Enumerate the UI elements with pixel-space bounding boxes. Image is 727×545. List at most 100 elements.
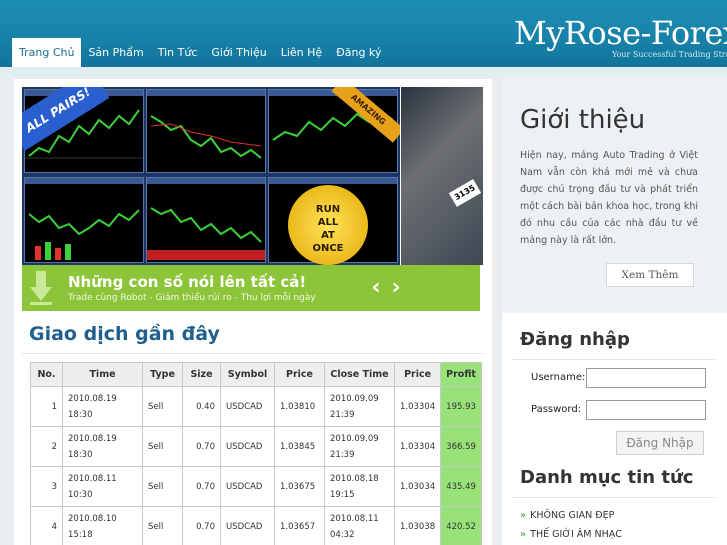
chevron-double-right-icon: »: [520, 510, 527, 521]
password-field[interactable]: [586, 400, 706, 420]
category-label: THẾ GIỚI ÂM NHẠC: [530, 529, 622, 540]
cell-size-text: 0.70: [196, 441, 215, 452]
table-header-row: No. Time Type Size Symbol Price Close Ti…: [30, 362, 482, 387]
cell-close-time: 2010.08.11 04:32: [324, 506, 395, 545]
cell-size-text: 0.70: [196, 521, 215, 532]
cell-no-text: 2: [51, 441, 57, 452]
cell-close-time-text: 21:39: [330, 449, 355, 460]
cell-time: 2010.08.11 10:30: [62, 466, 143, 507]
run-all-seal: RUN ALL AT ONCE: [288, 185, 368, 265]
seal-line: ALL: [317, 217, 339, 228]
cell-close-price-text: 1.03038: [400, 521, 436, 532]
site-header: MyRose-Forex Your Successful Trading Str…: [0, 0, 727, 76]
recent-trades-panel: Giao dịch gần đây No. Time Type Size Sym…: [14, 313, 492, 545]
cell-size: 0.70: [182, 466, 221, 507]
cell-no-text: 3: [51, 481, 57, 492]
table-row: 2 2010.08.19 18:30 Sell 0.70 USDCAD 1.03845 201…: [30, 426, 482, 467]
cell-size-text: 0.70: [196, 481, 215, 492]
category-item[interactable]: » THẾ GIỚI ÂM NHẠC: [520, 529, 622, 540]
table-row: 4 2010.08.10 15:18 Sell 0.70 USDCAD 1.03657 201…: [30, 506, 482, 545]
cell-time: 2010.08.19 18:30: [62, 426, 143, 467]
nav-item-contact[interactable]: Liên Hệ: [274, 38, 329, 68]
cell-type-text: Sell: [148, 401, 164, 412]
cell-profit: 195.93: [440, 386, 482, 427]
cell-symbol: USDCAD: [220, 426, 275, 467]
cell-no: 3: [30, 466, 63, 507]
site-logo[interactable]: MyRose-Forex: [514, 14, 727, 52]
cell-size: 0.70: [182, 506, 221, 545]
slide-image-charts[interactable]: ALL PAIRS! AMAZING RUN ALL AT ONCE: [22, 87, 400, 265]
col-profit: Profit: [440, 362, 482, 387]
nav-item-about[interactable]: Giới Thiệu: [204, 38, 273, 68]
cell-symbol-text: USDCAD: [226, 521, 263, 532]
cell-profit: 435.49: [440, 466, 482, 507]
cell-size: 0.40: [182, 386, 221, 427]
col-symbol: Symbol: [220, 362, 275, 387]
cell-price: 1.03675: [274, 466, 325, 507]
intro-body: Hiện nay, mảng Auto Trading ở Việt Nam v…: [520, 150, 698, 246]
caption-title: Những con số nói lên tất cả!: [68, 273, 307, 291]
cell-no: 2: [30, 426, 63, 467]
arrow-down-icon: [30, 271, 52, 305]
cell-symbol-text: USDCAD: [226, 401, 263, 412]
intro-panel: Giới thiệu Hiện nay, mảng Auto Trading ở…: [502, 79, 727, 315]
col-time: Time: [62, 362, 143, 387]
cell-close-price: 1.03304: [393, 386, 442, 427]
cell-close-price-text: 1.03034: [400, 481, 436, 492]
table-row: 1 2010.08.19 18:30 Sell 0.40 USDCAD 1.03810 201…: [30, 386, 482, 427]
nav-item-home[interactable]: Trang Chủ: [12, 38, 82, 68]
cell-time: 2010.08.10 15:18: [62, 506, 143, 545]
cell-time-text: 2010.08.19: [68, 393, 117, 404]
intro-title: Giới thiệu: [520, 105, 646, 135]
cell-no: 4: [30, 506, 63, 545]
cell-close-price-text: 1.03304: [400, 441, 436, 452]
cell-close-time-text: 2010.09.09: [330, 393, 379, 404]
username-field[interactable]: [586, 368, 706, 388]
caption-subtitle: Trade cùng Robot - Giảm thiểu rủi ro - T…: [68, 293, 316, 303]
chevron-right-icon[interactable]: ›: [388, 275, 404, 301]
cell-price-text: 1.03657: [280, 521, 316, 532]
read-more-button[interactable]: Xem Thêm: [606, 263, 694, 287]
cell-no-text: 4: [51, 521, 57, 532]
cell-no: 1: [30, 386, 63, 427]
sidebar: Đăng nhập Username: Password: Đăng Nhập …: [502, 313, 727, 545]
cell-symbol-text: USDCAD: [226, 481, 263, 492]
chart-window: [146, 177, 266, 263]
seal-line: AT: [321, 230, 335, 241]
nav-item-register[interactable]: Đăng ký: [329, 38, 388, 68]
cell-profit-text: 435.49: [446, 481, 476, 492]
seal-line: RUN: [315, 204, 341, 215]
cell-profit: 420.52: [440, 506, 482, 545]
nav-item-news[interactable]: Tin Tức: [151, 38, 205, 68]
cell-time-text: 10:30: [68, 489, 93, 500]
category-item[interactable]: » KHÔNG GIAN ĐẸP: [520, 510, 614, 521]
chart-graphic: [147, 207, 265, 260]
cell-size-text: 0.40: [196, 401, 215, 412]
cell-close-time-text: 19:15: [330, 489, 355, 500]
cell-type: Sell: [142, 426, 183, 467]
cell-close-time-text: 2010.09.09: [330, 433, 379, 444]
cell-close-time-text: 2010.08.18: [330, 473, 379, 484]
nav-item-products[interactable]: Sản Phẩm: [81, 38, 150, 68]
cell-close-price: 1.03034: [393, 466, 442, 507]
slider-caption: Những con số nói lên tất cả! Trade cùng …: [22, 265, 480, 311]
cell-size: 0.70: [182, 426, 221, 467]
cell-symbol: USDCAD: [220, 506, 275, 545]
cell-time-text: 2010.08.11: [68, 473, 117, 484]
col-size: Size: [182, 362, 221, 387]
cell-price-text: 1.03810: [280, 401, 316, 412]
trader-number-card: 3135: [448, 179, 482, 207]
cell-close-time: 2010.09.09 21:39: [324, 386, 395, 427]
divider: [22, 353, 484, 354]
chevron-left-icon[interactable]: ‹: [368, 275, 384, 301]
cell-close-price: 1.03304: [393, 426, 442, 467]
cell-price: 1.03657: [274, 506, 325, 545]
col-close-price: Price: [393, 362, 442, 387]
cell-type: Sell: [142, 386, 183, 427]
login-button[interactable]: Đăng Nhập: [616, 431, 704, 455]
chart-graphic: [150, 115, 262, 159]
cell-close-price: 1.03038: [393, 506, 442, 545]
col-price: Price: [274, 362, 325, 387]
slide-image-trader[interactable]: 3135: [401, 87, 483, 265]
divider: [512, 359, 716, 360]
